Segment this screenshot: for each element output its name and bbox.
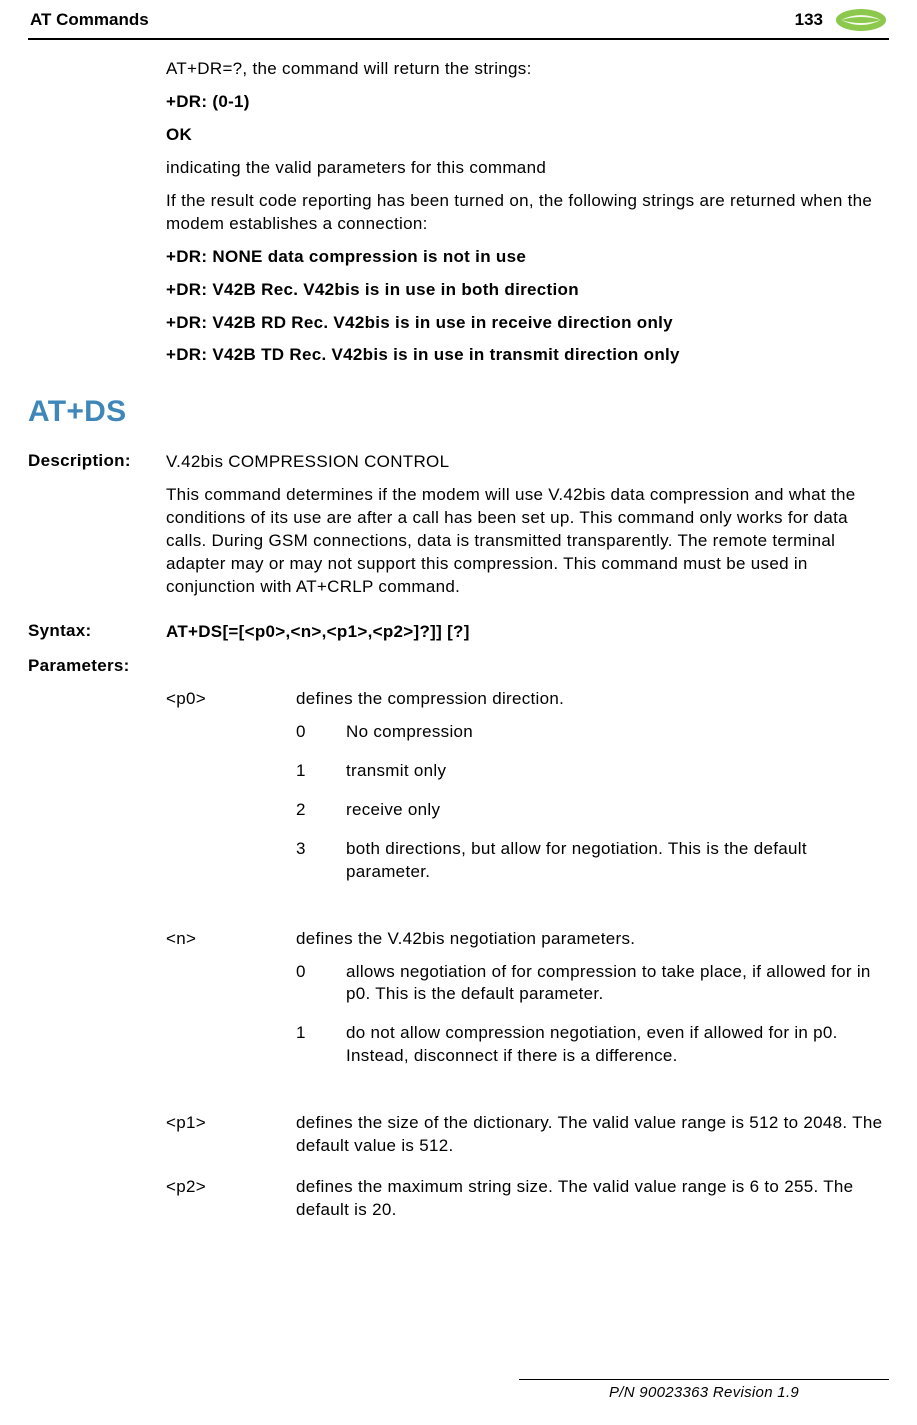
param-p0: <p0> defines the compression direction. … <box>166 688 889 900</box>
param-desc: defines the compression direction. 0 No … <box>296 688 889 900</box>
param-name: <p1> <box>166 1112 296 1158</box>
intro-line: OK <box>166 124 889 147</box>
param-option-val: receive only <box>346 799 889 822</box>
syntax-row: Syntax: AT+DS[=[<p0>,<n>,<p1>,<p2>]?]] [… <box>28 621 889 644</box>
footer-divider <box>519 1379 889 1380</box>
brand-logo-icon <box>835 8 887 32</box>
intro-line: +DR: NONE data compression is not in use <box>166 246 889 269</box>
param-option: 0 allows negotiation of for compression … <box>296 961 889 1017</box>
intro-line: indicating the valid parameters for this… <box>166 157 889 180</box>
parameters-content <box>166 656 889 676</box>
param-p1: <p1> defines the size of the dictionary.… <box>166 1112 889 1168</box>
intro-line: +DR: V42B RD Rec. V42bis is in use in re… <box>166 312 889 335</box>
param-p2: <p2> defines the maximum string size. Th… <box>166 1176 889 1232</box>
description-label: Description: <box>28 451 166 609</box>
param-option-key: 1 <box>296 1022 346 1068</box>
param-option-val: do not allow compression negotiation, ev… <box>346 1022 889 1068</box>
param-option-val: allows negotiation of for compression to… <box>346 961 889 1007</box>
page-header: AT Commands 133 <box>28 8 889 38</box>
param-desc-text: defines the maximum string size. The val… <box>296 1176 889 1222</box>
param-option-key: 1 <box>296 760 346 783</box>
syntax-value: AT+DS[=[<p0>,<n>,<p1>,<p2>]?]] [?] <box>166 621 889 644</box>
parameters-block: <p0> defines the compression direction. … <box>166 688 889 1232</box>
intro-line: +DR: V42B Rec. V42bis is in use in both … <box>166 279 889 302</box>
param-option: 1 transmit only <box>296 760 889 793</box>
param-option-val: No compression <box>346 721 889 744</box>
syntax-label: Syntax: <box>28 621 166 644</box>
param-name: <p2> <box>166 1176 296 1222</box>
param-option: 1 do not allow compression negotiation, … <box>296 1022 889 1078</box>
page-number: 133 <box>795 10 823 30</box>
param-option: 3 both directions, but allow for negotia… <box>296 838 889 894</box>
param-option-val: both directions, but allow for negotiati… <box>346 838 889 884</box>
spacer <box>166 1092 889 1112</box>
description-line: This command determines if the modem wil… <box>166 484 889 599</box>
section-title: AT+DS <box>28 395 889 429</box>
param-option: 0 No compression <box>296 721 889 754</box>
intro-block: AT+DR=?, the command will return the str… <box>166 58 889 367</box>
param-option-key: 0 <box>296 721 346 744</box>
spacer <box>166 908 889 928</box>
param-desc-text: defines the compression direction. <box>296 688 889 711</box>
parameters-row: Parameters: <box>28 656 889 676</box>
header-title: AT Commands <box>30 10 149 30</box>
param-option-key: 0 <box>296 961 346 1007</box>
intro-line: If the result code reporting has been tu… <box>166 190 889 236</box>
param-n: <n> defines the V.42bis negotiation para… <box>166 928 889 1085</box>
param-desc-text: defines the size of the dictionary. The … <box>296 1112 889 1158</box>
description-line: V.42bis COMPRESSION CONTROL <box>166 451 889 474</box>
param-option-val: transmit only <box>346 760 889 783</box>
param-option-key: 2 <box>296 799 346 822</box>
param-desc-text: defines the V.42bis negotiation paramete… <box>296 928 889 951</box>
description-row: Description: V.42bis COMPRESSION CONTROL… <box>28 451 889 609</box>
param-name: <n> <box>166 928 296 1075</box>
parameters-label: Parameters: <box>28 656 166 676</box>
intro-line: +DR: V42B TD Rec. V42bis is in use in tr… <box>166 344 889 367</box>
header-divider <box>28 38 889 40</box>
param-option-key: 3 <box>296 838 346 884</box>
param-name: <p0> <box>166 688 296 890</box>
page-footer: P/N 90023363 Revision 1.9 <box>519 1379 889 1401</box>
intro-line: AT+DR=?, the command will return the str… <box>166 58 889 81</box>
param-desc: defines the V.42bis negotiation paramete… <box>296 928 889 1085</box>
param-option: 2 receive only <box>296 799 889 832</box>
footer-text: P/N 90023363 Revision 1.9 <box>519 1384 889 1401</box>
page: AT Commands 133 AT+DR=?, the command wil… <box>0 0 917 1425</box>
header-right: 133 <box>795 8 887 32</box>
description-content: V.42bis COMPRESSION CONTROL This command… <box>166 451 889 609</box>
intro-line: +DR: (0-1) <box>166 91 889 114</box>
